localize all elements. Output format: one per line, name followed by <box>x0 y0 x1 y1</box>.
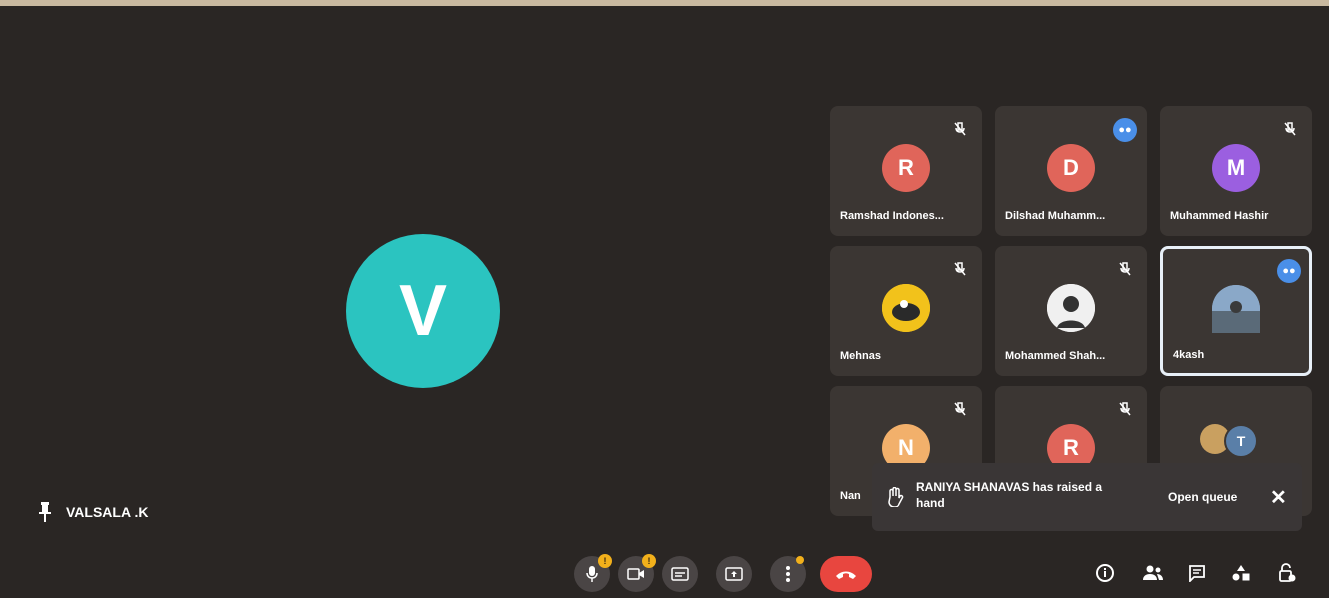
info-icon <box>1096 564 1114 582</box>
mute-icon <box>954 402 966 416</box>
notification-dot <box>796 556 804 564</box>
participant-name: Mohammed Shah... <box>1005 350 1106 362</box>
participant-tile[interactable]: ●● D Dilshad Muhamm... <box>995 106 1147 236</box>
chat-icon <box>1189 565 1205 582</box>
participant-name: Dilshad Muhamm... <box>1005 210 1106 222</box>
captions-button[interactable] <box>662 556 698 592</box>
participant-photo-avatar <box>1047 284 1095 332</box>
overflow-avatar: T <box>1224 424 1258 458</box>
raise-hand-icon <box>888 487 904 507</box>
chat-button[interactable] <box>1186 562 1208 584</box>
end-call-button[interactable] <box>820 556 872 592</box>
end-call-icon <box>836 571 856 579</box>
main-avatar-letter: V <box>398 271 448 351</box>
more-options-button[interactable] <box>770 556 806 592</box>
participant-tile[interactable]: Mehnas <box>830 246 982 376</box>
participant-photo-avatar <box>1212 285 1260 333</box>
avatar-letter: N <box>898 435 914 460</box>
avatar-letter: M <box>1226 155 1246 180</box>
participant-name: 4kash <box>1173 349 1205 361</box>
captions-icon <box>671 567 689 581</box>
activities-icon <box>1232 565 1250 581</box>
people-icon <box>1143 565 1163 580</box>
pin-icon[interactable] <box>38 502 52 522</box>
mic-warning-badge: ! <box>598 554 612 568</box>
participant-avatar: M <box>1212 144 1260 192</box>
meeting-info-button[interactable] <box>1094 562 1116 584</box>
present-icon <box>725 567 743 581</box>
camera-button[interactable]: ! <box>618 554 656 592</box>
raise-hand-notification: RANIYA SHANAVAS has raised a hand Open q… <box>872 463 1302 531</box>
avatar-letter: R <box>898 155 914 180</box>
mute-icon <box>954 122 966 136</box>
present-button[interactable] <box>716 556 752 592</box>
mic-button[interactable]: ! <box>574 554 612 592</box>
participant-tile-active-speaker[interactable]: ●● 4kash <box>1160 246 1312 376</box>
pinned-participant-label: VALSALA .K <box>38 502 148 522</box>
close-notification-button[interactable]: ✕ <box>1270 485 1287 510</box>
more-icon <box>786 566 790 582</box>
participant-tile[interactable]: Mohammed Shah... <box>995 246 1147 376</box>
activities-button[interactable] <box>1230 562 1252 584</box>
people-button[interactable] <box>1142 562 1164 584</box>
avatar-letter: T <box>1236 433 1246 449</box>
host-controls-icon <box>1279 563 1296 582</box>
mute-icon <box>1119 262 1131 276</box>
open-queue-button[interactable]: Open queue <box>1168 490 1237 504</box>
avatar-letter: R <box>1063 435 1079 460</box>
host-controls-button[interactable] <box>1276 562 1298 584</box>
notification-message: RANIYA SHANAVAS has raised a hand <box>916 480 1103 510</box>
meeting-toolbar: ! ! <box>0 546 1329 598</box>
pinned-name: VALSALA .K <box>66 504 149 520</box>
participant-name: Ramshad Indones... <box>840 210 944 222</box>
participant-photo-avatar <box>882 284 930 332</box>
camera-icon <box>627 568 644 580</box>
mic-icon <box>586 566 598 582</box>
participant-avatar: D <box>1047 144 1095 192</box>
speaking-indicator-icon: ●● <box>1113 118 1137 142</box>
mute-icon <box>954 262 966 276</box>
participant-name: Muhammed Hashir <box>1170 210 1269 222</box>
participant-tile[interactable]: R Ramshad Indones... <box>830 106 982 236</box>
participant-avatar: R <box>882 144 930 192</box>
participant-name: Mehnas <box>840 350 881 362</box>
speaking-indicator-icon: ●● <box>1277 259 1301 283</box>
participant-tile[interactable]: M Muhammed Hashir <box>1160 106 1312 236</box>
meeting-stage: V VALSALA .K R Ramshad Indones... ●● D D… <box>0 0 1329 598</box>
main-participant-avatar: V <box>346 234 500 388</box>
mute-icon <box>1119 402 1131 416</box>
avatar-letter: D <box>1063 155 1079 180</box>
camera-warning-badge: ! <box>642 554 656 568</box>
mute-icon <box>1284 122 1296 136</box>
